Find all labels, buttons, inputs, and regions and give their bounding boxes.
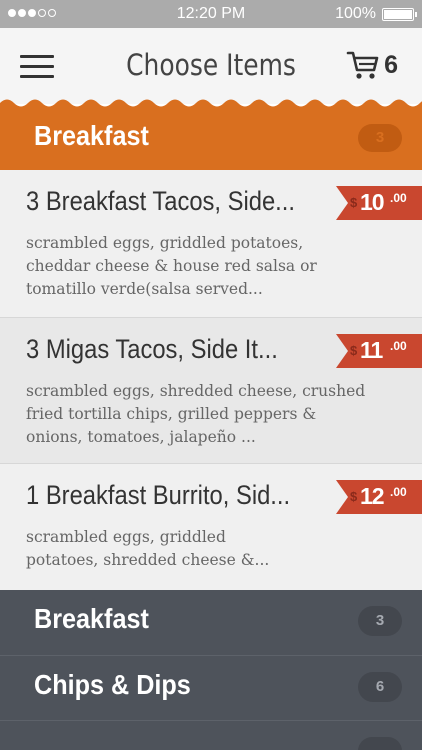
category-row-breakfast[interactable]: Breakfast 3 — [0, 590, 422, 655]
item-name: 1 Breakfast Burrito, Sid... — [26, 480, 291, 510]
price-tag: $ 12 .00 — [336, 480, 422, 514]
menu-item[interactable]: 1 Breakfast Burrito, Sid... scrambled eg… — [0, 464, 422, 590]
price-tag: $ 10 .00 — [336, 186, 422, 220]
category-count-badge: 6 — [358, 672, 402, 702]
category-label: Breakfast — [34, 603, 149, 634]
price-tag: $ 11 .00 — [336, 334, 422, 368]
item-description: scrambled eggs, shredded cheese, crushed… — [26, 382, 366, 446]
price-amount: 10 — [360, 189, 385, 215]
category-label: Chips & Dips — [34, 669, 191, 700]
category-count-badge: 3 — [358, 124, 402, 152]
item-name: 3 Breakfast Tacos, Side... — [26, 186, 295, 216]
page-title: Choose Items — [126, 48, 296, 82]
cart-icon — [346, 51, 379, 79]
price-currency: $ — [350, 489, 358, 504]
status-bar: 12:20 PM 100% — [0, 0, 422, 28]
price-cents: .00 — [390, 339, 407, 353]
item-name: 3 Migas Tacos, Side It... — [26, 334, 278, 364]
item-description: scrambled eggs, griddled potatoes, chedd… — [26, 234, 317, 298]
price-cents: .00 — [390, 485, 407, 499]
menu-item[interactable]: 3 Breakfast Tacos, Side... scrambled egg… — [0, 170, 422, 318]
category-row-partial[interactable] — [0, 720, 422, 750]
cart-button[interactable]: 6 — [346, 50, 398, 80]
price-amount: 11 — [360, 337, 383, 363]
category-count-badge: 3 — [358, 606, 402, 636]
price-amount: 12 — [360, 483, 385, 509]
item-description: scrambled eggs, griddled potatoes, shred… — [26, 528, 270, 569]
cart-count: 6 — [384, 50, 398, 79]
menu-item[interactable]: 3 Migas Tacos, Side It... scrambled eggs… — [0, 318, 422, 464]
category-row-chips-dips[interactable]: Chips & Dips 6 — [0, 655, 422, 720]
navigation-bar: Choose Items 6 — [0, 28, 422, 104]
category-count-badge — [358, 737, 402, 750]
battery-percentage: 100% — [335, 5, 376, 22]
price-cents: .00 — [390, 191, 407, 205]
price-currency: $ — [350, 343, 358, 358]
battery-icon — [382, 8, 417, 21]
category-label: Breakfast — [34, 120, 149, 151]
price-currency: $ — [350, 195, 358, 210]
active-category-header[interactable]: Breakfast 3 — [0, 108, 422, 170]
